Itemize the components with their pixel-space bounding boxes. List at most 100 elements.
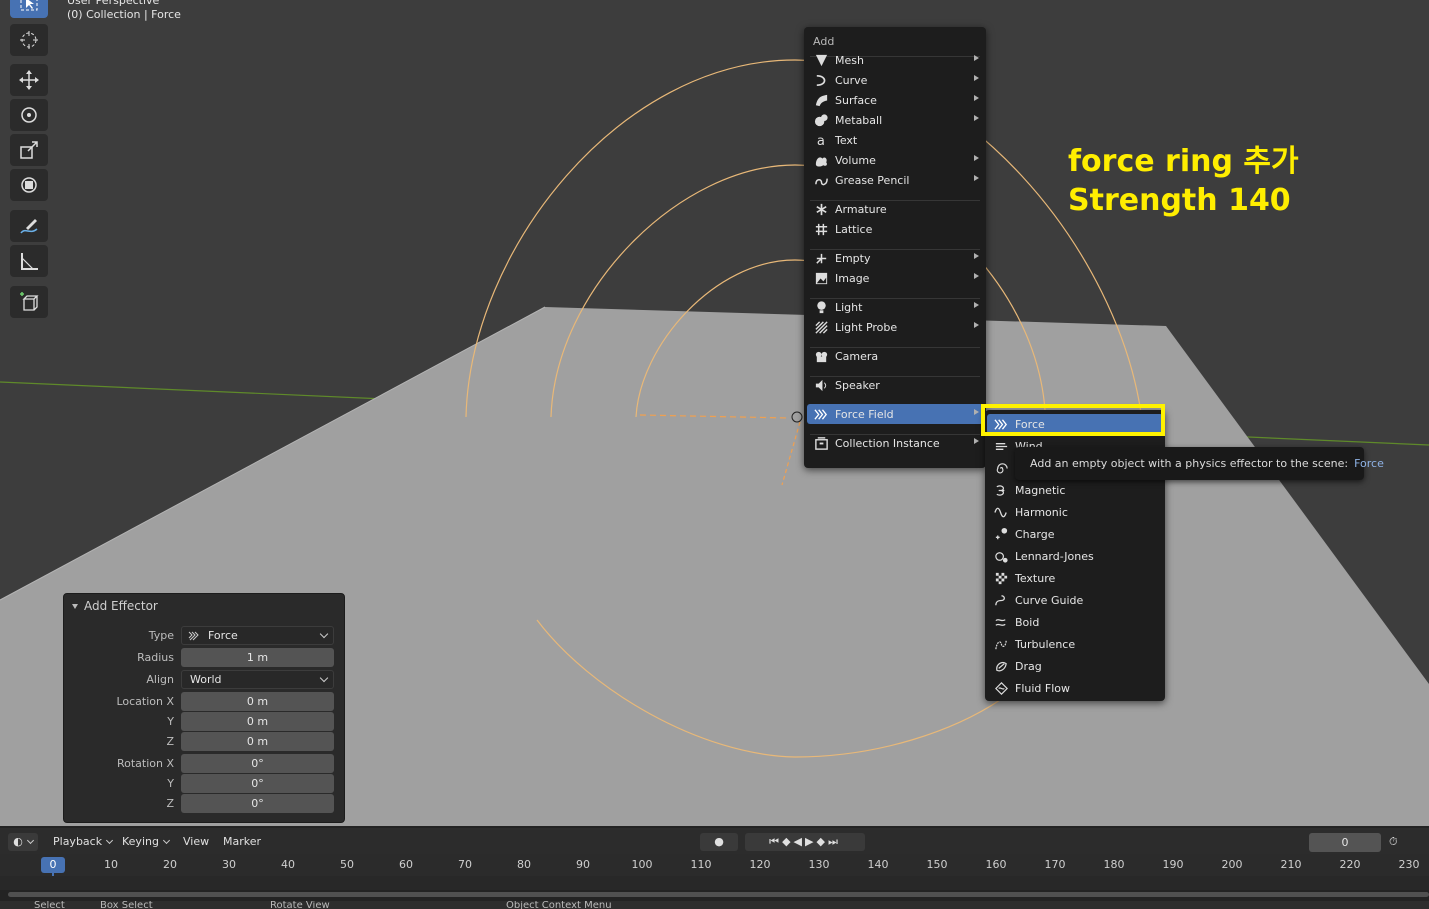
annotate-tool[interactable] (10, 210, 48, 242)
frame-tick-label: 100 (631, 858, 653, 871)
frame-tick-label: 110 (690, 858, 712, 871)
turbulence-icon (993, 636, 1009, 652)
curve-guide-icon (993, 592, 1009, 608)
add-menu-item-image[interactable]: Image (807, 268, 983, 288)
add-menu-item-speaker[interactable]: Speaker (807, 375, 983, 395)
transform-tool[interactable] (10, 169, 48, 201)
jump-start-icon[interactable]: ⏮ (769, 835, 782, 848)
add-menu-item-force-field[interactable]: Force Field (807, 404, 983, 424)
force-field-item-boid[interactable]: Boid (987, 612, 1163, 632)
rotation-x-field[interactable]: 0° (181, 754, 334, 773)
select-box-tool[interactable] (10, 0, 48, 18)
location-y-field[interactable]: 0 m (181, 712, 334, 731)
frame-tick-label: 180 (1103, 858, 1125, 871)
editor-type-button[interactable]: ◐ (8, 833, 38, 851)
frame-tick-label: 190 (1162, 858, 1184, 871)
add-menu-item-armature[interactable]: Armature (807, 199, 983, 219)
cursor-icon (20, 31, 38, 49)
scale-tool[interactable] (10, 134, 48, 166)
frame-tick-label: 200 (1221, 858, 1243, 871)
texture-icon (993, 570, 1009, 586)
current-frame-field[interactable]: 0 (1309, 833, 1381, 852)
jump-end-icon[interactable]: ⏭ (828, 835, 841, 848)
add-menu-item-lattice[interactable]: Lattice (807, 219, 983, 239)
add-menu-item-mesh[interactable]: Mesh (807, 50, 983, 70)
stopwatch-icon[interactable]: ⏱ (1389, 833, 1398, 851)
collection-label: (0) Collection | Force (67, 8, 181, 21)
frame-tick-label: 60 (399, 858, 413, 871)
add-menu-item-metaball[interactable]: Metaball (807, 110, 983, 130)
rotation-z-field[interactable]: 0° (181, 794, 334, 813)
force-field-item-charge[interactable]: Charge (987, 524, 1163, 544)
add-menu-item-curve[interactable]: Curve (807, 70, 983, 90)
add-menu-title: Add (813, 35, 835, 48)
force-field-item-magnetic[interactable]: Magnetic (987, 480, 1163, 500)
chevron-down-icon (26, 836, 34, 845)
prev-keyframe-icon[interactable]: ◆ (782, 835, 793, 848)
playback-label: Playback (53, 835, 103, 848)
tooltip-python: Force (1354, 457, 1384, 470)
add-cube-tool[interactable] (10, 286, 48, 318)
move-tool[interactable] (10, 64, 48, 96)
chevron-down-icon (162, 836, 170, 845)
marker-menu[interactable]: Marker (223, 833, 261, 851)
add-menu-item-text[interactable]: a Text (807, 130, 983, 150)
cursor-tool[interactable] (10, 24, 48, 56)
add-menu-item-grease-pencil[interactable]: Grease Pencil (807, 170, 983, 190)
status-context-menu: Object Context Menu (506, 901, 612, 909)
rotate-tool[interactable] (10, 99, 48, 131)
force-field-item-lennard-jones[interactable]: Lennard-Jones (987, 546, 1163, 566)
radius-field[interactable]: 1 m (181, 648, 334, 667)
rotation-x-label: Rotation X (116, 757, 174, 770)
submenu-arrow-icon (974, 75, 979, 81)
next-keyframe-icon[interactable]: ◆ (816, 835, 827, 848)
add-menu-item-light[interactable]: Light (807, 297, 983, 317)
align-row: Align World (64, 670, 344, 690)
play-icon[interactable]: ▶ (805, 835, 816, 848)
submenu-arrow-icon (974, 115, 979, 121)
add-menu-item-collection-instance[interactable]: Collection Instance (807, 433, 983, 453)
camera-icon (813, 348, 829, 364)
timeline-scrollbar[interactable] (8, 892, 1429, 897)
keying-menu[interactable]: Keying (122, 833, 170, 851)
location-z-field[interactable]: 0 m (181, 732, 334, 751)
frame-ruler[interactable]: 10 20 30 40 50 60 70 80 90 100 110 120 130 140 150 160 1… (0, 854, 1429, 876)
rotation-y-field[interactable]: 0° (181, 774, 334, 793)
add-menu-item-camera[interactable]: Camera (807, 346, 983, 366)
force-field-item-curve-guide[interactable]: Curve Guide (987, 590, 1163, 610)
viewport-header: User Perspective (0) Collection | Force (67, 0, 181, 22)
radius-row: Radius 1 m (64, 648, 344, 668)
status-select: Select (34, 901, 65, 909)
force-field-item-turbulence[interactable]: Turbulence (987, 634, 1163, 654)
frame-tick-label: 130 (808, 858, 830, 871)
image-icon (813, 270, 829, 286)
status-rotate-view: Rotate View (270, 901, 330, 909)
type-dropdown[interactable]: Force (181, 626, 334, 645)
location-x-field[interactable]: 0 m (181, 692, 334, 711)
measure-tool[interactable] (10, 245, 48, 277)
add-menu-item-empty[interactable]: Empty (807, 248, 983, 268)
chevron-down-icon (319, 673, 329, 683)
playback-menu[interactable]: Playback (53, 833, 114, 851)
play-reverse-icon[interactable]: ◀ (794, 835, 805, 848)
playback-controls[interactable]: ⏮◆◀▶◆⏭ (745, 833, 865, 851)
force-field-item-harmonic[interactable]: Harmonic (987, 502, 1163, 522)
playhead[interactable]: 0 (41, 857, 65, 873)
view-menu[interactable]: View (183, 833, 209, 851)
add-menu-item-surface[interactable]: Surface (807, 90, 983, 110)
auto-key-toggle[interactable]: ● (700, 833, 738, 851)
frame-tick-label: 10 (104, 858, 118, 871)
magnetic-icon (993, 482, 1009, 498)
force-field-item-drag[interactable]: Drag (987, 656, 1163, 676)
timeline-body[interactable] (0, 876, 1429, 890)
rotate-icon (21, 107, 37, 123)
add-menu-item-label: Force Field (835, 407, 894, 421)
add-menu-item-light-probe[interactable]: Light Probe (807, 317, 983, 337)
frame-tick-label: 170 (1044, 858, 1066, 871)
add-menu-item-volume[interactable]: Volume (807, 150, 983, 170)
align-dropdown[interactable]: World (181, 670, 334, 689)
force-field-item-texture[interactable]: Texture (987, 568, 1163, 588)
panel-header[interactable]: Add Effector (72, 599, 158, 613)
add-menu-item-label: Surface (835, 93, 877, 107)
force-field-item-fluid-flow[interactable]: Fluid Flow (987, 678, 1163, 698)
